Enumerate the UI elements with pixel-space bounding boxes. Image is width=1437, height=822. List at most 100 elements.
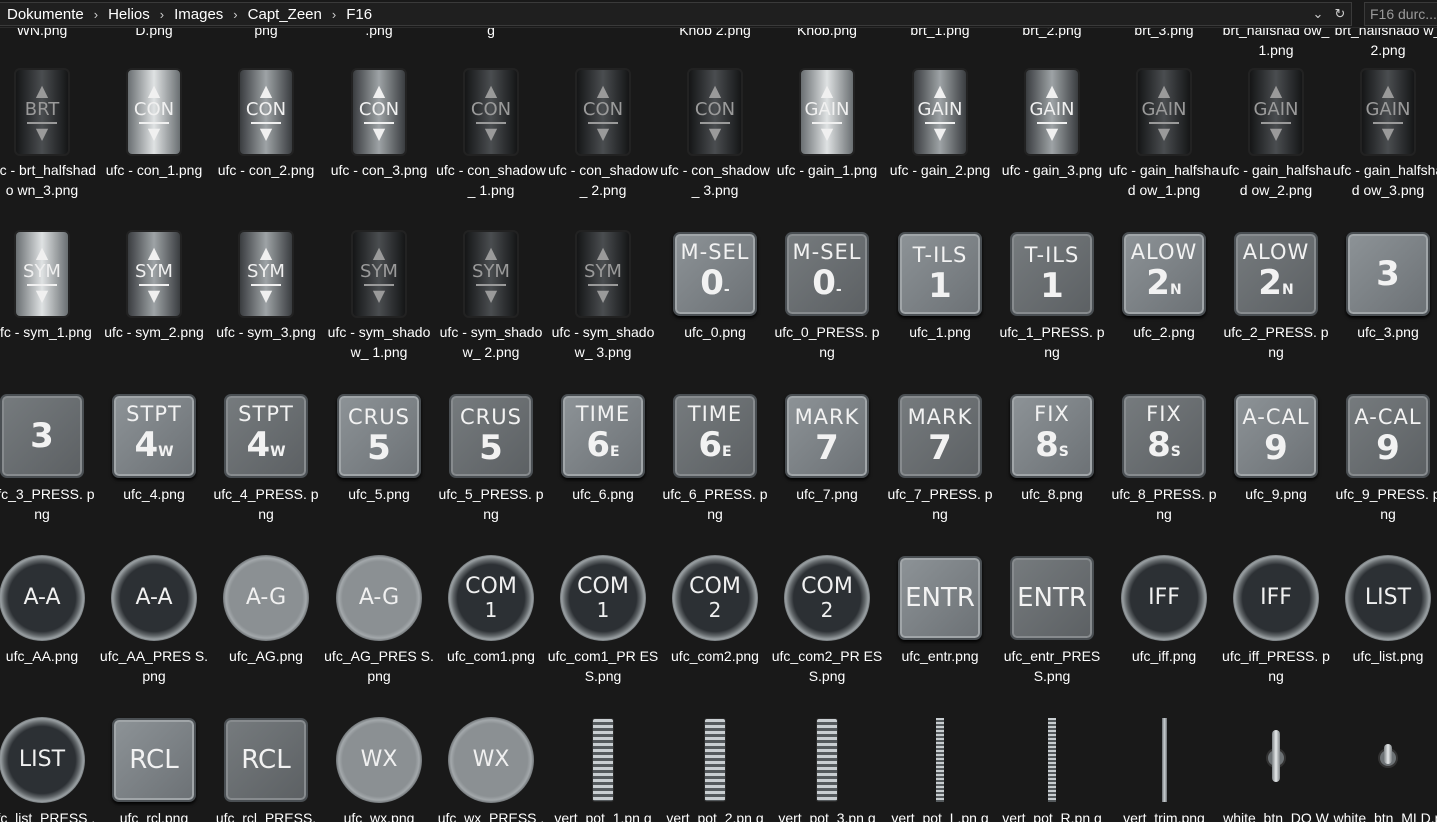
key-legend: A-G xyxy=(245,585,287,610)
file-name: ufc_2_PRESS. png xyxy=(1223,324,1329,360)
key-number: 8 xyxy=(1147,424,1171,465)
key-number: 1 xyxy=(596,598,610,622)
arrow-up-icon: ▲ xyxy=(484,242,498,262)
key-subscript: E xyxy=(722,443,732,460)
key-legend: M-SEL xyxy=(792,239,862,264)
chevron-right-icon[interactable]: › xyxy=(229,7,241,22)
file-name: ufc_6_PRESS. png xyxy=(662,486,768,522)
key-subscript: N xyxy=(1281,281,1294,298)
chevron-right-icon[interactable]: › xyxy=(328,7,340,22)
key-number: 6 xyxy=(586,424,611,465)
file-name: ufc_5_PRESS. png xyxy=(438,486,544,522)
vertical-pot-image xyxy=(704,718,726,802)
key-legend: A-CAL xyxy=(1354,405,1422,429)
rocker-switch-image: ▲ SYM ▼ xyxy=(463,230,519,318)
file-thumbnail: ▲ CON ▼ xyxy=(671,68,759,156)
key-legend: CON xyxy=(245,98,287,120)
key-cap-image: A-CAL 9 xyxy=(1346,394,1430,478)
key-number: 8 xyxy=(1035,424,1059,465)
rocker-switch-image: ▲ GAIN ▼ xyxy=(1024,68,1080,156)
key-legend: ALOW xyxy=(1242,239,1310,264)
file-name: brt_1.png xyxy=(910,28,970,38)
address-bar[interactable]: Dokumente › Helios › Images › Capt_Zeen … xyxy=(0,2,1352,26)
file-name: ufc - gain_3.png xyxy=(1001,162,1103,178)
file-name: brt_2.png xyxy=(1022,28,1082,38)
key-cap-image: STPT 4W xyxy=(112,394,196,478)
file-name: ufc_9_PRESS. png xyxy=(1335,486,1437,522)
chevron-down-icon[interactable]: ⌄ xyxy=(1309,4,1327,24)
breadcrumb-f16[interactable]: F16 xyxy=(340,6,378,23)
rocker-switch-image: ▲ GAIN ▼ xyxy=(912,68,968,156)
key-legend: STPT xyxy=(238,401,294,426)
file-thumbnail: TIME 6E xyxy=(559,392,647,480)
key-legend: COM xyxy=(465,574,517,599)
round-button-image: WX xyxy=(336,717,422,803)
file-name: ufc - con_3.png xyxy=(330,162,428,178)
key-cap-image: CRUS 5 xyxy=(449,394,533,478)
key-number: 2 xyxy=(708,598,722,622)
arrow-down-icon: ▼ xyxy=(147,123,161,143)
file-name: ufc_list.png xyxy=(1352,648,1424,664)
file-thumbnail: ▲ GAIN ▼ xyxy=(783,68,871,156)
rocker-switch-image: ▲ BRT ▼ xyxy=(14,68,70,156)
key-cap-image: TIME 6E xyxy=(673,394,757,478)
breadcrumb-capt-zeen[interactable]: Capt_Zeen xyxy=(242,6,328,23)
chevron-right-icon[interactable]: › xyxy=(156,7,168,22)
key-cap-image: MARK 7 xyxy=(898,394,982,478)
key-cap-image: ENTR xyxy=(1010,556,1094,640)
key-legend: WX xyxy=(360,747,398,772)
key-cap-image: TIME 6E xyxy=(561,394,645,478)
file-thumbnail: ENTR xyxy=(1008,554,1096,642)
toggle-switch-image xyxy=(1263,730,1289,790)
refresh-icon[interactable]: ↻ xyxy=(1331,4,1349,24)
file-name: ufc_wx_PRESS .png xyxy=(437,810,545,822)
toggle-switch-image xyxy=(1375,730,1401,790)
file-name: vert_pot_2.pn g xyxy=(666,810,764,822)
arrow-up-icon: ▲ xyxy=(259,242,273,262)
file-thumbnail: ▲ SYM ▼ xyxy=(0,230,86,318)
file-thumbnail: ENTR xyxy=(896,554,984,642)
key-subscript: E xyxy=(610,443,620,460)
breadcrumb-dokumente[interactable]: Dokumente xyxy=(1,6,90,23)
trim-slider-image xyxy=(1161,718,1167,802)
file-name: brt_halfshado w_2.png xyxy=(1334,28,1437,58)
file-thumbnail xyxy=(559,716,647,804)
search-input[interactable] xyxy=(1364,2,1437,26)
arrow-up-icon: ▲ xyxy=(596,242,610,262)
file-name: ufc - sym_shadow_ 1.png xyxy=(327,324,431,360)
file-name: ufc_9.png xyxy=(1245,486,1307,502)
file-name: ufc_8_PRESS. png xyxy=(1111,486,1217,522)
key-legend: TIME xyxy=(575,401,631,426)
arrow-down-icon: ▼ xyxy=(596,123,610,143)
file-name: ufc_entr_PRES S.png xyxy=(1003,648,1101,684)
key-legend: CON xyxy=(694,98,736,120)
rocker-switch-image: ▲ GAIN ▼ xyxy=(1136,68,1192,156)
breadcrumb-helios[interactable]: Helios xyxy=(102,6,156,23)
key-number: 2 xyxy=(1146,262,1170,303)
arrow-down-icon: ▼ xyxy=(35,285,49,305)
file-name: ufc_rcl.png xyxy=(119,810,189,822)
file-name: vert_trim.png xyxy=(1123,810,1205,822)
file-name: ufc_AA.png xyxy=(5,648,79,664)
file-thumbnail: STPT 4W xyxy=(110,392,198,480)
arrow-down-icon: ▼ xyxy=(484,123,498,143)
file-name: Knob.png xyxy=(797,28,857,38)
breadcrumb-images[interactable]: Images xyxy=(168,6,229,23)
file-name: ufc_AA_PRES S.png xyxy=(99,648,209,684)
arrow-down-icon: ▼ xyxy=(372,123,386,143)
key-number: 1 xyxy=(484,598,498,622)
key-legend: GAIN xyxy=(917,98,963,120)
file-thumbnail xyxy=(671,716,759,804)
file-name: ufc_1_PRESS. png xyxy=(999,324,1105,360)
key-legend: WX xyxy=(472,747,510,772)
file-name: ufc_iff_PRESS. png xyxy=(1222,648,1330,684)
key-number: 0 xyxy=(812,262,836,303)
file-name: ufc_com1.png xyxy=(447,648,535,664)
file-thumbnail: RCL xyxy=(222,716,310,804)
rocker-switch-image: ▲ CON ▼ xyxy=(463,68,519,156)
file-name: ufc - sym_shadow_ 3.png xyxy=(551,324,655,360)
key-legend: M-SEL xyxy=(680,239,750,264)
rocker-switch-image: ▲ CON ▼ xyxy=(351,68,407,156)
chevron-right-icon[interactable]: › xyxy=(90,7,102,22)
key-cap-image: FIX 8S xyxy=(1122,394,1206,478)
